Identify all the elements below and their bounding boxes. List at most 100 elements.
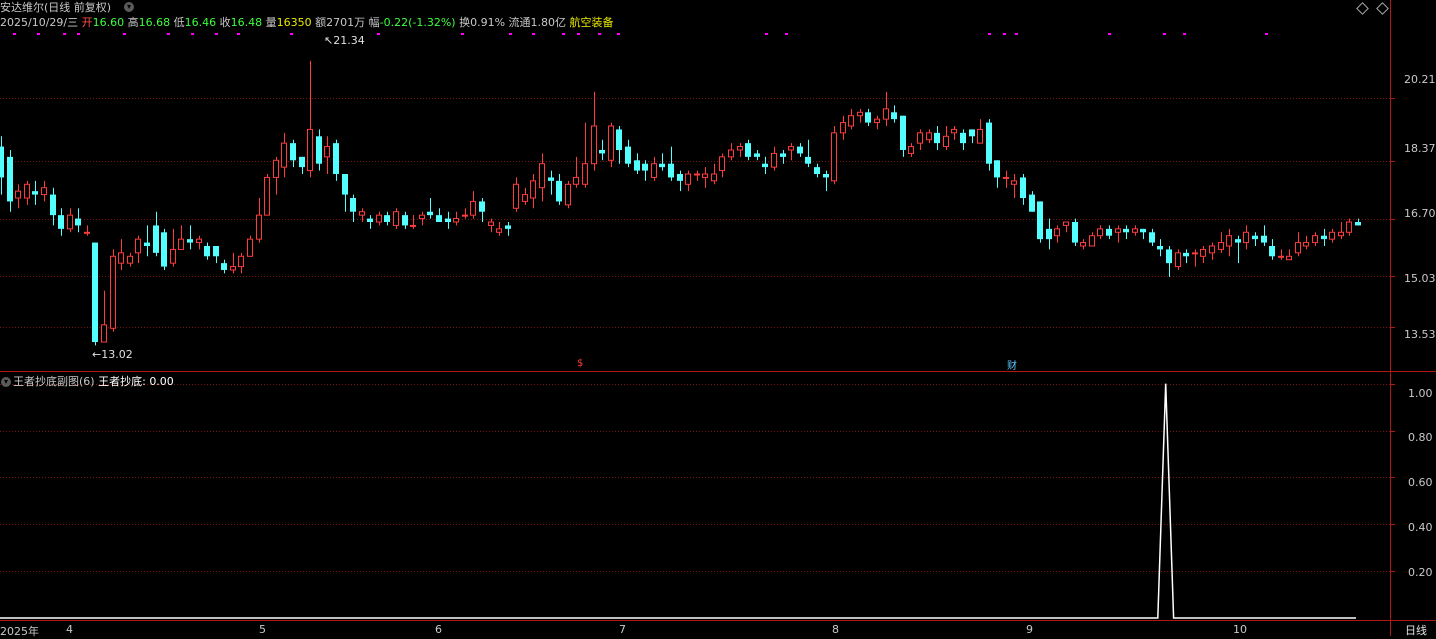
candle-body [668,163,674,178]
candle-body [908,146,914,154]
volume-label: 量 [265,16,277,29]
indicator-name: 王者抄底: [98,375,146,388]
finance-marker[interactable]: 财 [1007,357,1017,372]
candle-body [41,187,47,196]
candle-body [1175,252,1181,268]
candle-body [58,215,64,229]
time-tick: 4 [66,623,73,636]
candle-body [711,173,717,182]
candle-body [1140,228,1146,233]
candle-body [960,132,966,144]
candle-body [891,112,897,120]
candle-body [573,176,579,185]
candle-body [376,214,382,223]
candle-body [470,200,476,216]
candle-body [84,231,90,234]
candle-body [307,128,313,172]
candle-body [513,183,519,209]
candle-body [1278,255,1284,258]
quote-line: 2025/10/29/三 开16.60 高16.68 低16.46 收16.48… [0,16,614,29]
indicator-title[interactable]: 王者抄底副图(6) [13,375,95,388]
indicator-line [0,383,1356,619]
event-dot [532,33,535,35]
candle-body [1321,235,1327,240]
candle-body [230,266,236,271]
candle-body [342,174,348,195]
low-annotation: ←13.02 [92,348,133,361]
candle-body [745,143,751,157]
close-value: 16.48 [230,16,263,29]
candle-body [986,122,992,164]
time-tick: 7 [619,623,626,636]
time-tick: 10 [1233,623,1247,636]
candle-body [951,128,957,134]
event-dot [377,33,380,35]
candle-body [1295,242,1301,254]
open-label: 开 [81,16,93,29]
event-dot [63,33,66,35]
candle-body [350,198,356,212]
candle-body [453,218,459,223]
candle-body [462,214,468,217]
candle-body [737,146,743,151]
price-tick: 18.37 [1404,142,1436,155]
quote-date: 2025/10/29/三 [0,16,79,29]
candle-body [75,218,81,226]
event-dot [1163,33,1166,35]
stock-title[interactable]: 安达维尔(日线 前复权) [0,1,111,14]
event-dot [509,33,512,35]
event-dot [1265,33,1268,35]
float-value: 1.80亿 [530,16,567,29]
candle-body [1054,228,1060,237]
time-tick: 5 [259,623,266,636]
candle-body [1080,242,1086,247]
candle-body [530,180,536,199]
time-tick: 2025年 [0,625,39,638]
candle-body [634,160,640,171]
indicator-tick: 1.00 [1408,387,1433,400]
candle-body [419,214,425,220]
candle-body [1166,249,1172,264]
candle-body [290,143,296,161]
event-dot [167,33,170,35]
candle-body [256,214,262,240]
candle-body [969,129,975,137]
candle-body [1338,231,1344,237]
candle-body [384,215,390,222]
candle-body [1286,255,1292,261]
candle-body [333,143,339,174]
event-dot [290,33,293,35]
candle-body [1020,177,1026,198]
event-dot [123,33,126,35]
candle-body [0,146,4,178]
candle-body [1149,232,1155,243]
time-tick: 6 [435,623,442,636]
sector-link[interactable]: 航空装备 [570,16,614,29]
candle-body [1046,228,1052,240]
event-dot [37,33,40,35]
candle-body [247,238,253,257]
change-label: 幅 [368,16,380,29]
event-dot [1183,33,1186,35]
candle-body [977,128,983,144]
candle-body [436,215,442,222]
candle-body [883,108,889,120]
chart-canvas[interactable] [0,0,1436,636]
candle-body [402,215,408,226]
event-dot [1003,33,1006,35]
candle-body [101,324,107,343]
event-dot [1108,33,1111,35]
candle-body [522,194,528,202]
candle-body [92,242,98,342]
event-dot [765,33,768,35]
candle-body [1115,228,1121,233]
candle-body [677,174,683,181]
chevron-down-icon[interactable]: ▾ [1,377,11,387]
candle-body [702,173,708,178]
event-dot [13,33,16,35]
candle-body [1200,248,1206,257]
candle-body [238,255,244,268]
candle-body [1312,235,1318,244]
chevron-down-icon[interactable]: ▾ [124,2,134,12]
dividend-marker[interactable]: $ [577,358,583,369]
